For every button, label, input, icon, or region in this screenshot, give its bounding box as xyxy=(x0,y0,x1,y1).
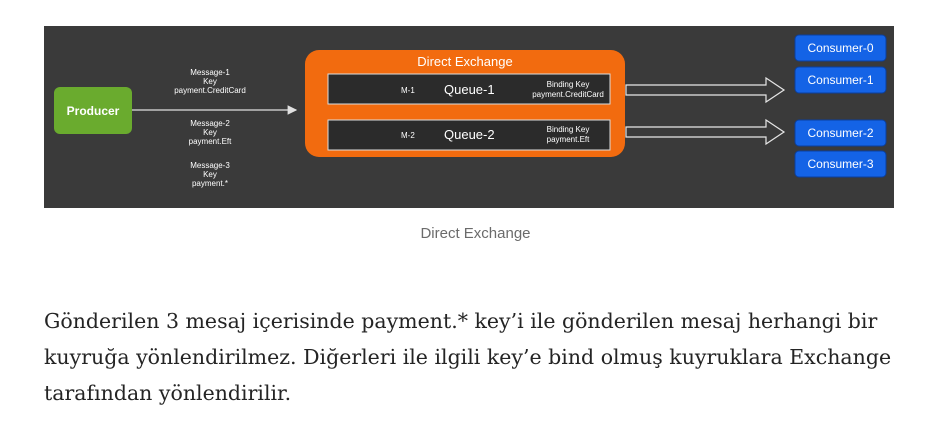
queue-1: M-1 Queue-1 Binding Key payment.CreditCa… xyxy=(327,73,611,105)
message-3-label: Message-3 Key payment.* xyxy=(190,161,230,188)
message-1-name: Message-1 xyxy=(190,68,230,77)
message-2-key: payment.Eft xyxy=(189,137,232,146)
figure-caption: Direct Exchange xyxy=(420,225,531,242)
producer-label: Producer xyxy=(67,104,120,118)
message-2-name: Message-2 xyxy=(190,119,230,128)
exchange-title: Direct Exchange xyxy=(417,54,512,69)
consumer-2-label: Consumer-2 xyxy=(807,126,873,140)
consumer-1-label: Consumer-1 xyxy=(807,73,873,87)
body-paragraph: Gönderilen 3 mesaj içerisinde payment.* … xyxy=(44,309,892,405)
queue-2-to-consumers-arrow xyxy=(625,118,786,146)
message-2-label: Message-2 Key payment.Eft xyxy=(189,119,232,146)
producer-node: Producer xyxy=(54,87,132,134)
queue-1-msg: M-1 xyxy=(401,86,415,95)
consumer-0-label: Consumer-0 xyxy=(807,41,873,55)
queue-1-name: Queue-1 xyxy=(444,82,495,97)
message-1-key: payment.CreditCard xyxy=(174,86,246,95)
direct-exchange-node: Direct Exchange M-1 Queue-1 Binding Key … xyxy=(305,50,625,157)
consumer-1: Consumer-1 xyxy=(794,66,887,94)
queue-1-binding-key: payment.CreditCard xyxy=(532,90,604,99)
message-1-key-label: Key xyxy=(203,77,217,86)
queue-1-binding-label: Binding Key xyxy=(547,80,590,89)
message-3-key-label: Key xyxy=(203,170,217,179)
consumer-3: Consumer-3 xyxy=(794,150,887,178)
queue-2: M-2 Queue-2 Binding Key payment.Eft xyxy=(327,119,611,151)
consumer-3-label: Consumer-3 xyxy=(807,157,873,171)
queue-2-binding-label: Binding Key xyxy=(547,125,590,134)
consumer-0: Consumer-0 xyxy=(794,34,887,62)
message-3-name: Message-3 xyxy=(190,161,230,170)
queue-2-binding-key: payment.Eft xyxy=(547,135,590,144)
message-1-label: Message-1 Key payment.CreditCard xyxy=(174,68,246,95)
message-2-key-label: Key xyxy=(203,128,217,137)
message-3-key: payment.* xyxy=(192,179,228,188)
queue-1-to-consumers-arrow xyxy=(625,76,786,104)
direct-exchange-diagram: Producer Message-1 Key payment.CreditCar… xyxy=(44,26,894,208)
diagram-canvas: Producer Message-1 Key payment.CreditCar… xyxy=(54,34,887,188)
consumer-2: Consumer-2 xyxy=(794,119,887,147)
queue-2-msg: M-2 xyxy=(401,131,415,140)
queue-2-name: Queue-2 xyxy=(444,127,495,142)
